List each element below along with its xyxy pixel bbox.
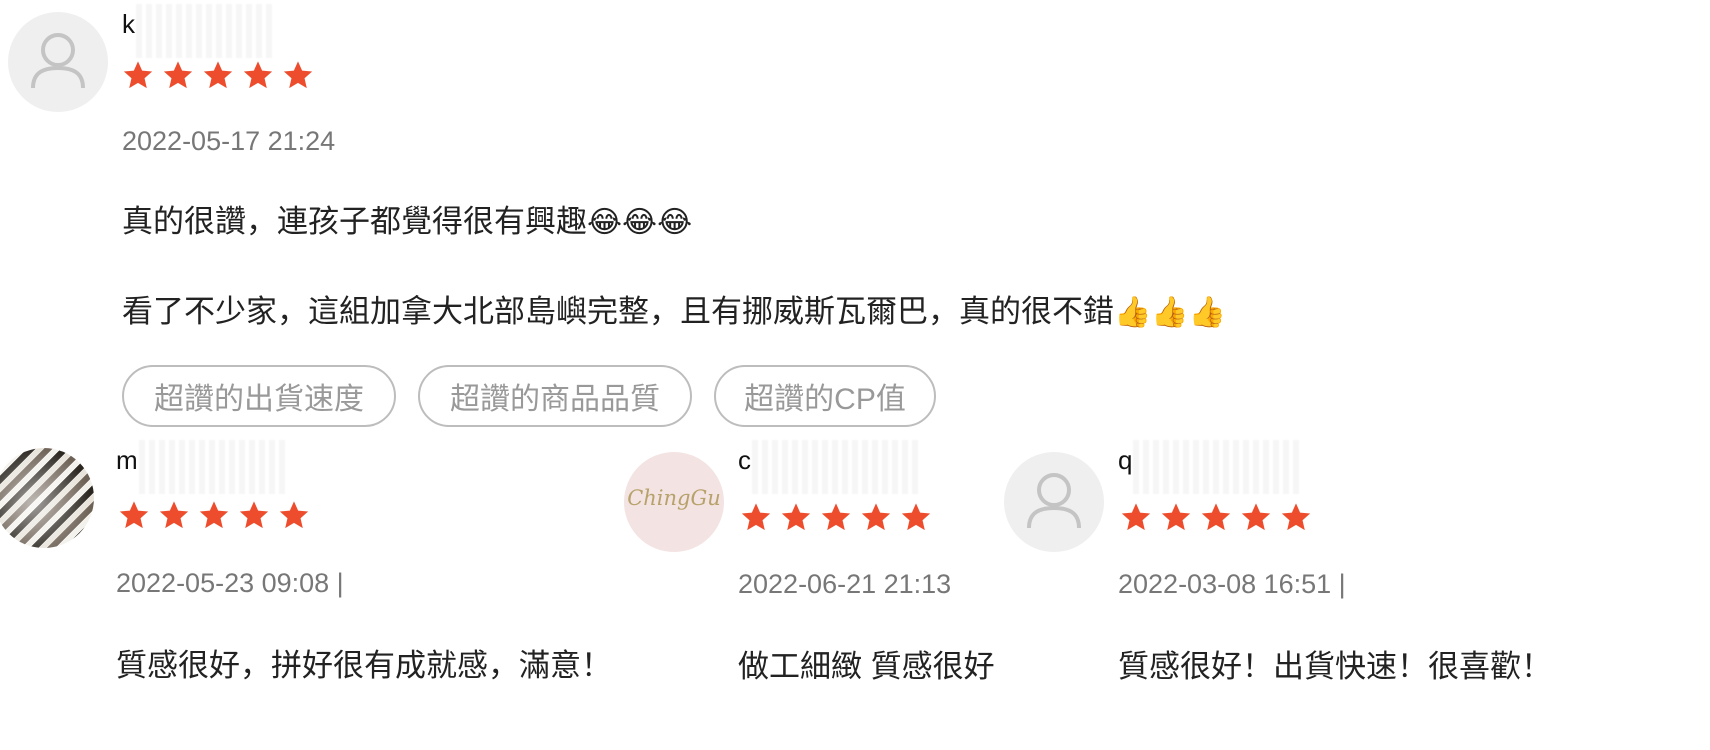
username-redaction: [136, 4, 276, 58]
star-icon: [1120, 501, 1152, 533]
star-icon: [1280, 501, 1312, 533]
star-icon: [282, 59, 314, 91]
tears-of-joy-emoji-icon: 😂😂😂: [587, 205, 693, 240]
review-comment: 質感很好，拼好很有成就感，滿意！: [116, 648, 612, 683]
star-icon: [900, 501, 932, 533]
review-tag[interactable]: 超讚的出貨速度: [122, 365, 396, 427]
star-icon: [202, 59, 234, 91]
reviewer-username[interactable]: m: [116, 440, 289, 496]
review-timestamp: 2022-06-21 21:13: [738, 569, 952, 599]
star-icon: [238, 499, 270, 531]
review-comment-line: 看了不少家，這組加拿大北部島嶼完整，且有挪威斯瓦爾巴，真的很不錯👍👍👍: [122, 294, 1227, 330]
star-icon: [198, 499, 230, 531]
thumbs-up-emoji-icon: 👍👍👍: [1114, 295, 1227, 330]
star-icon: [1200, 501, 1232, 533]
username-redaction: [1133, 440, 1304, 494]
brand-logo-avatar: ChingGu: [627, 486, 721, 510]
avatar[interactable]: ChingGu: [624, 452, 724, 552]
star-icon: [158, 499, 190, 531]
review-comment-line: 真的很讚，連孩子都覺得很有興趣😂😂😂: [122, 204, 693, 240]
avatar[interactable]: [0, 448, 94, 548]
star-rating: [118, 499, 310, 533]
review-tag[interactable]: 超讚的商品品質: [418, 365, 692, 427]
avatar-photo-redaction: [0, 448, 94, 548]
star-rating: [1120, 501, 1312, 535]
star-icon: [278, 499, 310, 531]
review-tag[interactable]: 超讚的CP值: [714, 365, 936, 427]
reviewer-username[interactable]: c: [738, 440, 922, 496]
star-icon: [1240, 501, 1272, 533]
user-placeholder-icon: [1027, 473, 1081, 529]
review-comment: 做工細緻 質感很好: [738, 649, 995, 684]
username-redaction: [138, 440, 289, 494]
review-timestamp: 2022-03-08 16:51 |: [1118, 569, 1346, 599]
star-rating: [740, 501, 932, 535]
username-redaction: [752, 440, 922, 494]
star-icon: [780, 501, 812, 533]
star-icon: [1160, 501, 1192, 533]
avatar[interactable]: [1004, 452, 1104, 552]
star-icon: [860, 501, 892, 533]
star-icon: [820, 501, 852, 533]
review-timestamp: 2022-05-23 09:08 |: [116, 568, 344, 598]
star-icon: [242, 59, 274, 91]
user-placeholder-icon: [31, 33, 85, 89]
star-icon: [162, 59, 194, 91]
review-comment: 質感很好！出貨快速！很喜歡！: [1118, 649, 1552, 684]
star-icon: [122, 59, 154, 91]
reviewer-username[interactable]: k: [122, 4, 276, 60]
review-timestamp: 2022-05-17 21:24: [122, 126, 336, 156]
star-icon: [740, 501, 772, 533]
reviewer-username[interactable]: q: [1118, 440, 1304, 496]
avatar[interactable]: [8, 12, 108, 112]
star-rating: [122, 59, 314, 93]
star-icon: [118, 499, 150, 531]
